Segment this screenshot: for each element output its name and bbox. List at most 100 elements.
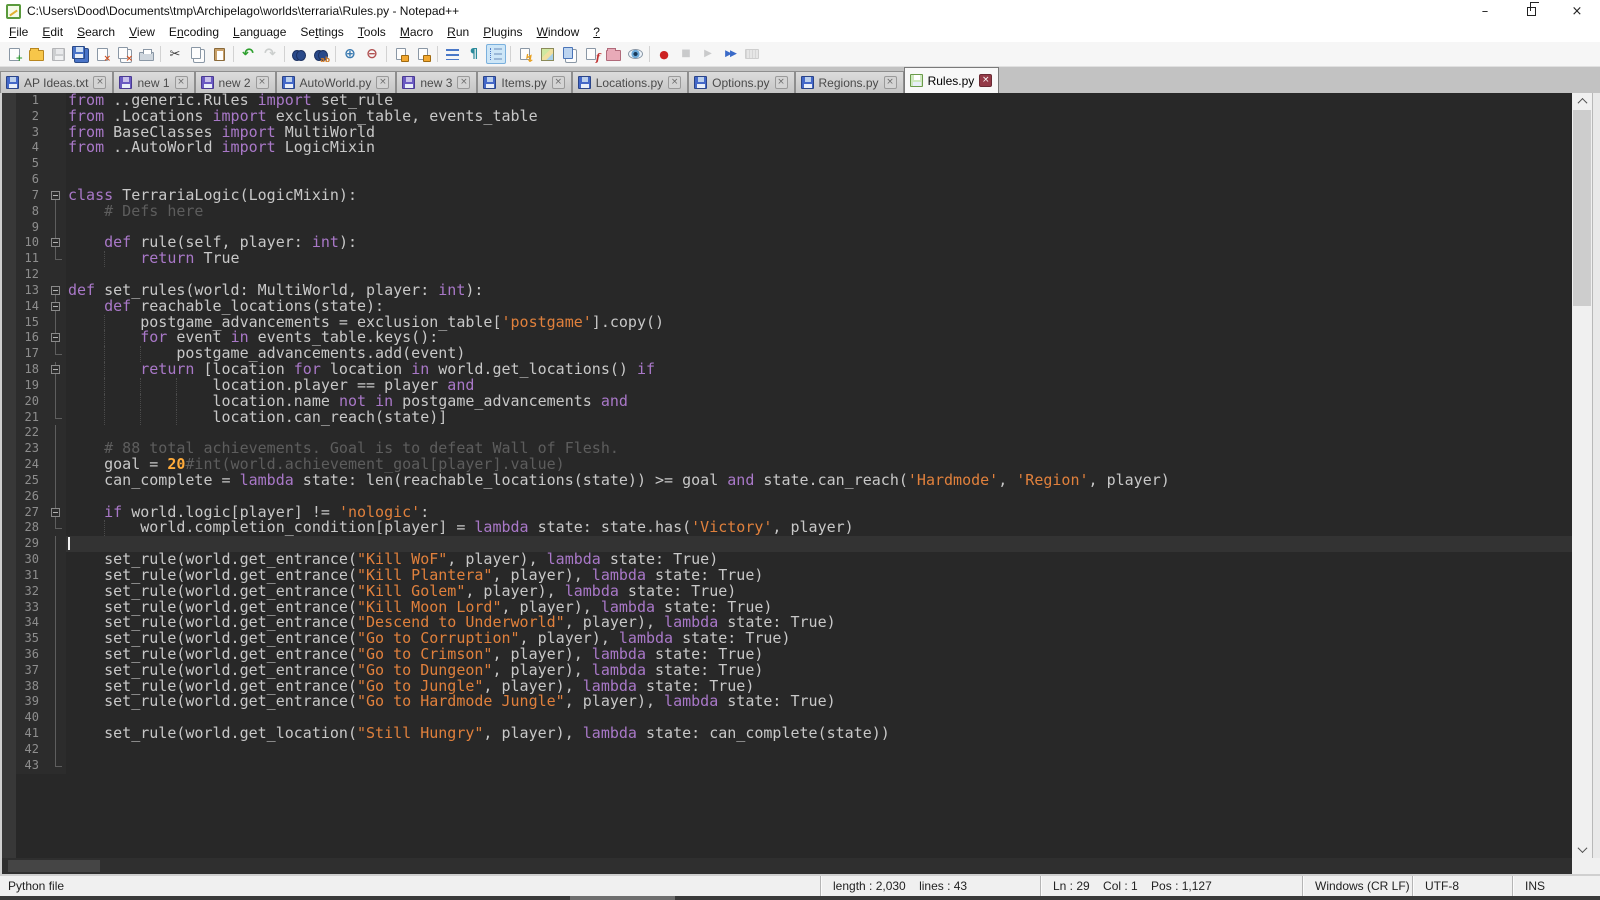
close-button[interactable]: × (1554, 0, 1600, 22)
vertical-scrollbar-thumb[interactable] (1573, 110, 1591, 306)
copy-icon[interactable] (187, 44, 207, 64)
tab-new-3[interactable]: new 3× (396, 71, 477, 93)
line-number: 38 (16, 679, 46, 695)
macro-record-icon[interactable]: ● (654, 44, 674, 64)
macro-run-multiple-icon[interactable]: ▶▶ (720, 44, 740, 64)
new-file-icon[interactable]: + (4, 44, 24, 64)
document-map-icon[interactable] (537, 44, 557, 64)
close-tab-icon[interactable]: × (979, 74, 992, 87)
find-icon[interactable] (289, 44, 309, 64)
fold-margin (46, 251, 66, 267)
menu-settings[interactable]: Settings (293, 23, 350, 41)
fold-marker[interactable] (46, 330, 66, 346)
fold-margin (46, 267, 66, 283)
close-all-icon[interactable]: × (114, 44, 134, 64)
show-all-characters-icon[interactable]: ¶ (464, 44, 484, 64)
function-list-icon[interactable]: f (581, 44, 601, 64)
menu-macro[interactable]: Macro (393, 23, 440, 41)
save-all-icon[interactable] (70, 44, 90, 64)
zoom-out-icon[interactable]: ⊖ (362, 44, 382, 64)
file-save-state-icon (201, 76, 214, 89)
close-tab-icon[interactable]: × (775, 76, 788, 89)
menu-encoding[interactable]: Encoding (162, 23, 226, 41)
file-save-state-icon (119, 76, 132, 89)
menu-help[interactable]: ? (586, 23, 607, 41)
horizontal-scrollbar[interactable] (0, 858, 1572, 874)
close-tab-icon[interactable]: × (376, 76, 389, 89)
code-editor[interactable]: 1from ..generic.Rules import set_rule2fr… (0, 93, 1600, 858)
fold-margin (46, 172, 66, 188)
macro-save-icon[interactable] (742, 44, 762, 64)
fold-marker[interactable] (46, 283, 66, 299)
menu-view[interactable]: View (122, 23, 162, 41)
status-insert-mode[interactable]: INS (1512, 876, 1600, 896)
replace-icon[interactable]: ab (311, 44, 331, 64)
menu-plugins[interactable]: Plugins (476, 23, 529, 41)
tab-options-py[interactable]: Options.py× (688, 71, 794, 93)
status-encoding[interactable]: UTF-8 (1412, 876, 1512, 896)
tab-ap-ideas-txt[interactable]: AP Ideas.txt× (0, 71, 113, 93)
fold-margin (46, 93, 66, 109)
tab-items-py[interactable]: Items.py× (477, 71, 571, 93)
tab-new-1[interactable]: new 1× (113, 71, 194, 93)
folder-as-workspace-icon[interactable] (603, 44, 623, 64)
toolbar-separator (335, 46, 336, 62)
paste-icon[interactable] (209, 44, 229, 64)
cut-icon[interactable]: ✂ (165, 44, 185, 64)
document-list-icon[interactable] (559, 44, 579, 64)
zoom-in-icon[interactable]: ⊕ (340, 44, 360, 64)
code-lines[interactable]: 1from ..generic.Rules import set_rule2fr… (16, 93, 1572, 858)
tab-autoworld-py[interactable]: AutoWorld.py× (276, 71, 397, 93)
line-number: 35 (16, 631, 46, 647)
indent-guide (176, 410, 177, 426)
fold-marker[interactable] (46, 188, 66, 204)
status-eol-format[interactable]: Windows (CR LF) (1302, 876, 1412, 896)
menu-run[interactable]: Run (440, 23, 476, 41)
fold-margin (46, 204, 66, 220)
horizontal-scrollbar-thumb[interactable] (8, 860, 100, 872)
menu-file[interactable]: File (2, 23, 35, 41)
tab-locations-py[interactable]: Locations.py× (572, 71, 688, 93)
vertical-scrollbar[interactable] (1572, 93, 1592, 858)
save-icon[interactable] (48, 44, 68, 64)
show-indent-guide-icon[interactable] (486, 44, 506, 64)
tab-regions-py[interactable]: Regions.py× (795, 71, 904, 93)
tab-rules-py[interactable]: Rules.py× (904, 67, 1000, 93)
redo-icon[interactable]: ↷ (260, 44, 280, 64)
open-file-icon[interactable] (26, 44, 46, 64)
close-tab-icon[interactable]: × (93, 76, 106, 89)
fold-marker[interactable] (46, 362, 66, 378)
menu-language[interactable]: Language (226, 23, 293, 41)
menu-window[interactable]: Window (530, 23, 587, 41)
print-icon[interactable] (136, 44, 156, 64)
macro-stop-icon[interactable]: ■ (676, 44, 696, 64)
define-language-icon[interactable]: ↯ (515, 44, 535, 64)
tab-new-2[interactable]: new 2× (195, 71, 276, 93)
minimize-button[interactable]: – (1462, 0, 1508, 22)
scroll-down-arrow-icon[interactable] (1572, 841, 1592, 858)
fold-margin (46, 346, 66, 362)
close-icon[interactable]: × (92, 44, 112, 64)
sync-vertical-icon[interactable] (391, 44, 411, 64)
close-tab-icon[interactable]: × (552, 76, 565, 89)
fold-marker[interactable] (46, 235, 66, 251)
fold-marker[interactable] (46, 299, 66, 315)
line-number: 11 (16, 251, 46, 267)
close-tab-icon[interactable]: × (457, 76, 470, 89)
macro-playback-icon[interactable]: ▶ (698, 44, 718, 64)
menu-edit[interactable]: Edit (35, 23, 70, 41)
bookmark-margin[interactable] (2, 93, 16, 858)
close-tab-icon[interactable]: × (175, 76, 188, 89)
close-tab-icon[interactable]: × (884, 76, 897, 89)
monitoring-icon[interactable] (625, 44, 645, 64)
word-wrap-icon[interactable] (442, 44, 462, 64)
sync-horizontal-icon[interactable] (413, 44, 433, 64)
scroll-up-arrow-icon[interactable] (1572, 93, 1592, 110)
menu-search[interactable]: Search (70, 23, 122, 41)
close-tab-icon[interactable]: × (256, 76, 269, 89)
menu-tools[interactable]: Tools (351, 23, 393, 41)
close-tab-icon[interactable]: × (668, 76, 681, 89)
fold-marker[interactable] (46, 505, 66, 521)
restore-button[interactable] (1508, 0, 1554, 22)
undo-icon[interactable]: ↶ (238, 44, 258, 64)
